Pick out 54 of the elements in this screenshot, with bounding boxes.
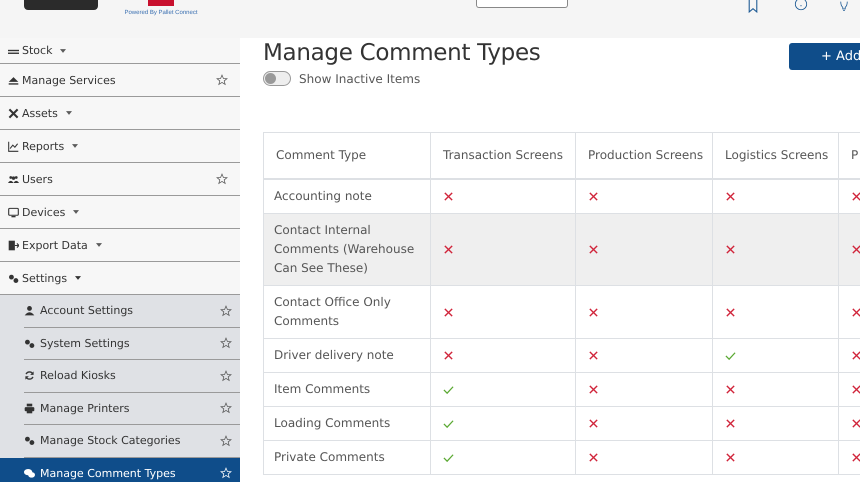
user-icon xyxy=(24,305,35,316)
star-icon[interactable] xyxy=(220,402,232,414)
comment-type-name: Loading Comments xyxy=(274,416,390,430)
star-icon[interactable] xyxy=(220,370,232,382)
page-title: Manage Comment Types xyxy=(263,40,540,66)
eject-icon xyxy=(8,74,19,86)
sidebar-label: System Settings xyxy=(40,336,130,350)
sidebar-label: Assets xyxy=(22,106,58,120)
sidebar-item[interactable]: Users xyxy=(0,163,240,196)
input-field[interactable] xyxy=(476,0,568,8)
monitor-icon xyxy=(8,206,19,218)
sidebar-label: Manage Services xyxy=(22,74,116,86)
add-button[interactable]: + Add xyxy=(789,43,860,70)
sidebar-subitem[interactable]: Manage Comment Types xyxy=(0,458,240,482)
sidebar-label: Users xyxy=(22,172,53,186)
comment-type-name: Driver delivery note xyxy=(274,348,394,362)
sidebar-item[interactable]: Stock xyxy=(0,38,240,64)
sidebar-label: Export Data xyxy=(22,238,88,252)
star-icon[interactable] xyxy=(220,304,232,317)
comment-type-name: Contact Internal Comments (Warehouse Can See These) xyxy=(274,223,414,275)
comments-icon xyxy=(24,468,35,479)
star-icon[interactable] xyxy=(216,173,228,185)
sidebar-label: Stock xyxy=(22,44,52,57)
comment-type-name: Accounting note xyxy=(274,189,372,203)
comment-type-name: Private Comments xyxy=(274,450,385,464)
comment-type-name: Contact Office Only Comments xyxy=(274,295,391,328)
sidebar-label: Manage Printers xyxy=(40,402,130,415)
star-icon[interactable] xyxy=(216,74,228,86)
sidebar-subitem[interactable]: Manage Printers xyxy=(24,392,240,425)
toggle-label: Show Inactive Items xyxy=(299,72,420,86)
column-header: Comment Type xyxy=(264,132,430,179)
column-header: Production Screens xyxy=(576,132,712,179)
comment-type-name: Item Comments xyxy=(274,382,370,396)
column-header: P xyxy=(838,132,860,179)
star-icon[interactable] xyxy=(220,337,232,350)
sync-icon xyxy=(24,370,35,382)
printer-icon xyxy=(24,402,35,414)
sidebar-label: Settings xyxy=(22,272,68,284)
users-icon xyxy=(8,174,19,184)
column-header: Transaction Screens xyxy=(430,132,576,179)
star-icon[interactable] xyxy=(220,434,232,447)
logo-icon xyxy=(148,0,174,6)
column-header: Logistics Screens xyxy=(712,132,838,179)
line-chart-icon xyxy=(8,140,19,152)
sidebar-label: Devices xyxy=(22,206,66,218)
sidebar-item[interactable]: Manage Services xyxy=(0,64,240,97)
sidebar-label: Manage Comment Types xyxy=(40,466,176,480)
sidebar-item[interactable]: Export Data xyxy=(0,229,240,262)
sidebar-label: Manage Stock Categories xyxy=(40,434,180,448)
sidebar-label: Account Settings xyxy=(40,304,134,318)
toggle-switch[interactable] xyxy=(263,71,291,86)
sidebar-label: Reports xyxy=(22,140,64,152)
sidebar-label: Reload Kiosks xyxy=(40,369,116,382)
export-icon xyxy=(8,240,19,250)
